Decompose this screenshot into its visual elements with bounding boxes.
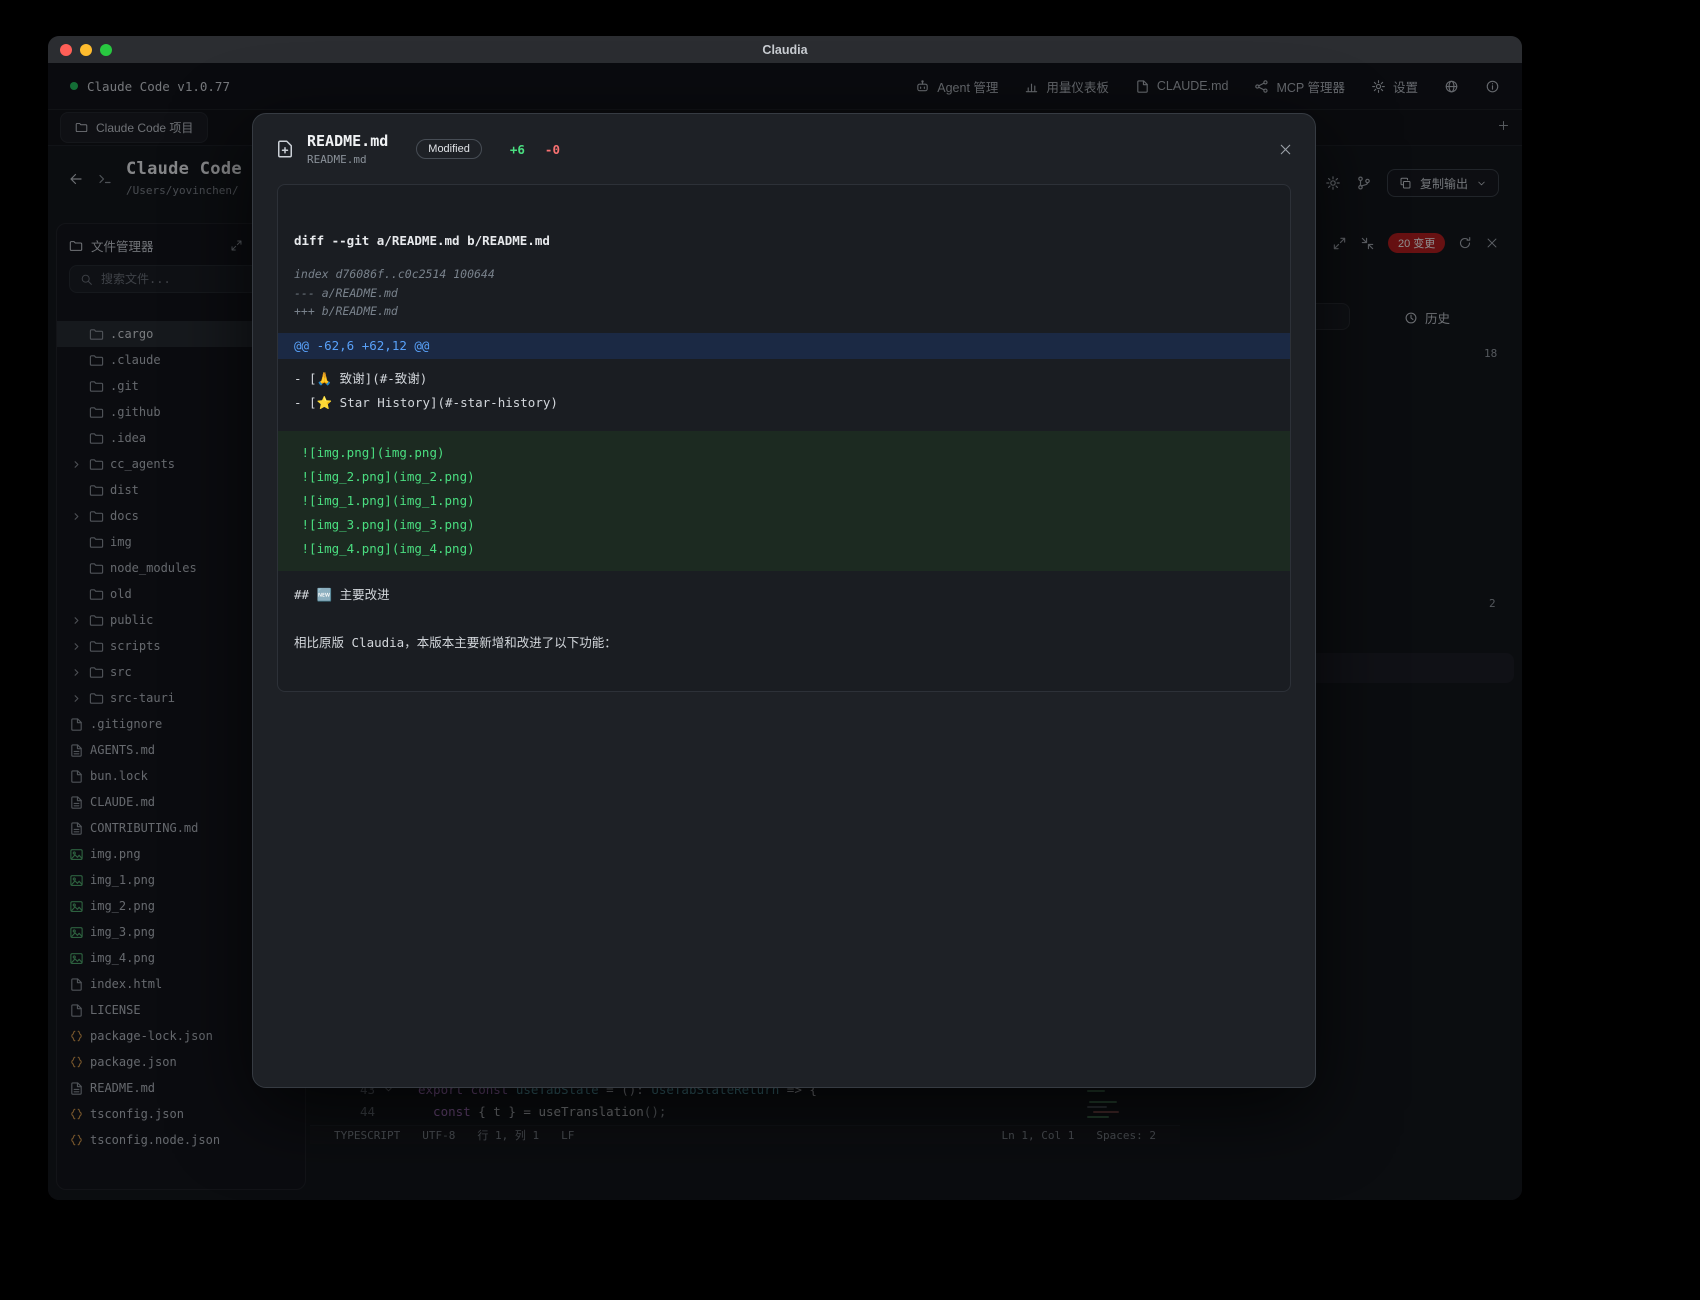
modified-badge: Modified: [416, 139, 482, 159]
diff-added-block: ![img.png](img.png) ![img_2.png](img_2.p…: [278, 431, 1290, 571]
window-zoom-button[interactable]: [100, 44, 112, 56]
diff-modal: README.md README.md Modified +6 -0 diff …: [252, 113, 1316, 1088]
diff-command: diff --git a/README.md b/README.md: [278, 229, 1290, 253]
diff-added-line: ![img_3.png](img_3.png): [278, 513, 1290, 537]
diff-hunk-header: @@ -62,6 +62,12 @@: [278, 333, 1290, 359]
diff-added-line: ![img_4.png](img_4.png): [278, 537, 1290, 561]
window-title: Claudia: [762, 43, 807, 57]
diff-meta: --- a/README.md: [278, 284, 1290, 303]
diff-context-line: 相比原版 Claudia，本版本主要新增和改进了以下功能：: [278, 631, 1290, 655]
close-icon[interactable]: [1278, 142, 1293, 157]
modal-subtitle: README.md: [307, 153, 388, 166]
diff-added-line: ![img_2.png](img_2.png): [278, 465, 1290, 489]
diff-added-line: ![img.png](img.png): [278, 441, 1290, 465]
diff-context-line: - [🙏 致谢](#-致谢): [278, 367, 1290, 391]
file-diff-icon: [275, 139, 295, 159]
diff-context-line: ## 🆕 主要改进: [278, 583, 1290, 607]
app-window: Claudia Claude Code v1.0.77 Agent 管理 用量仪…: [48, 36, 1522, 1200]
modal-title: README.md: [307, 132, 388, 150]
diff-view: diff --git a/README.md b/README.md index…: [277, 184, 1291, 692]
window-close-button[interactable]: [60, 44, 72, 56]
deletions-count: -0: [545, 142, 560, 157]
diff-meta: index d76086f..c0c2514 100644: [278, 265, 1290, 284]
window-minimize-button[interactable]: [80, 44, 92, 56]
diff-meta: +++ b/README.md: [278, 302, 1290, 321]
diff-context-line: - [⭐ Star History](#-star-history): [278, 391, 1290, 415]
titlebar: Claudia: [48, 36, 1522, 63]
additions-count: +6: [510, 142, 525, 157]
diff-added-line: ![img_1.png](img_1.png): [278, 489, 1290, 513]
